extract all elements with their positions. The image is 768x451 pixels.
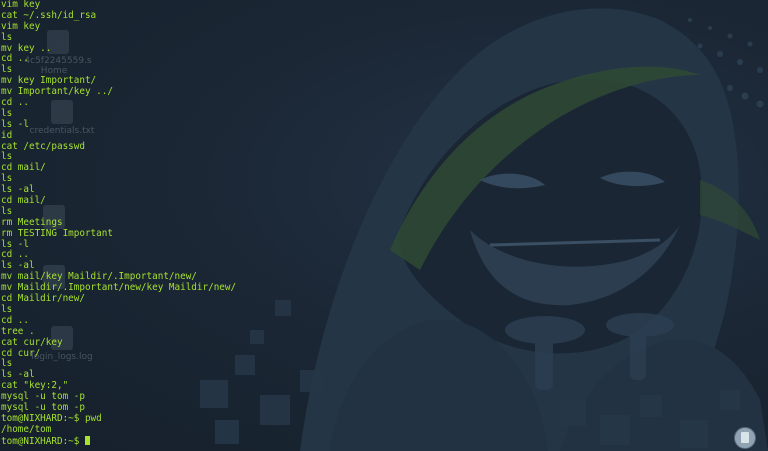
terminal-line: ls [1,31,13,43]
terminal-prompt: tom@NIXHARD:~$ [1,435,85,447]
clipboard-icon[interactable] [734,427,756,449]
terminal-line: mv key .. [1,42,52,54]
terminal-line: cd mail/ [1,162,46,174]
terminal-line: vim key [1,20,41,32]
terminal-line: cd Maildir/new/ [1,293,85,305]
terminal-prompt-line[interactable]: tom@NIXHARD:~$ [1,435,236,447]
terminal-line: ls -l [1,238,29,250]
terminal-line: mv Important/key ../ [1,86,113,98]
terminal-line: ls -l [1,118,29,130]
terminal-cursor [84,435,90,445]
terminal-line: /home/tom [1,423,52,435]
terminal-line: cd .. [1,97,29,109]
desktop-screen: 4c5f2245559.s Home credentials.txt login… [0,0,768,451]
terminal-line: cd .. [1,314,29,326]
terminal-line: cd .. [1,53,29,65]
terminal-line: rm TESTING Important [1,227,113,239]
terminal-line: id [1,129,13,141]
terminal-line: ls [1,173,13,185]
terminal-line: ls [1,107,13,119]
terminal-output[interactable]: vim key cat ~/.ssh/id_rsa vim key ls mv key … [1,0,236,447]
terminal-line: cat /etc/passwd [1,140,85,152]
terminal-line: cd mail/ [1,195,46,207]
terminal-line: ls [1,303,13,315]
terminal-line: cat cur/key [1,336,63,348]
terminal-line: cd cur/ [1,347,41,359]
terminal-line: ls [1,358,13,370]
terminal-line: tree . [1,325,35,337]
terminal-line: cd .. [1,249,29,261]
